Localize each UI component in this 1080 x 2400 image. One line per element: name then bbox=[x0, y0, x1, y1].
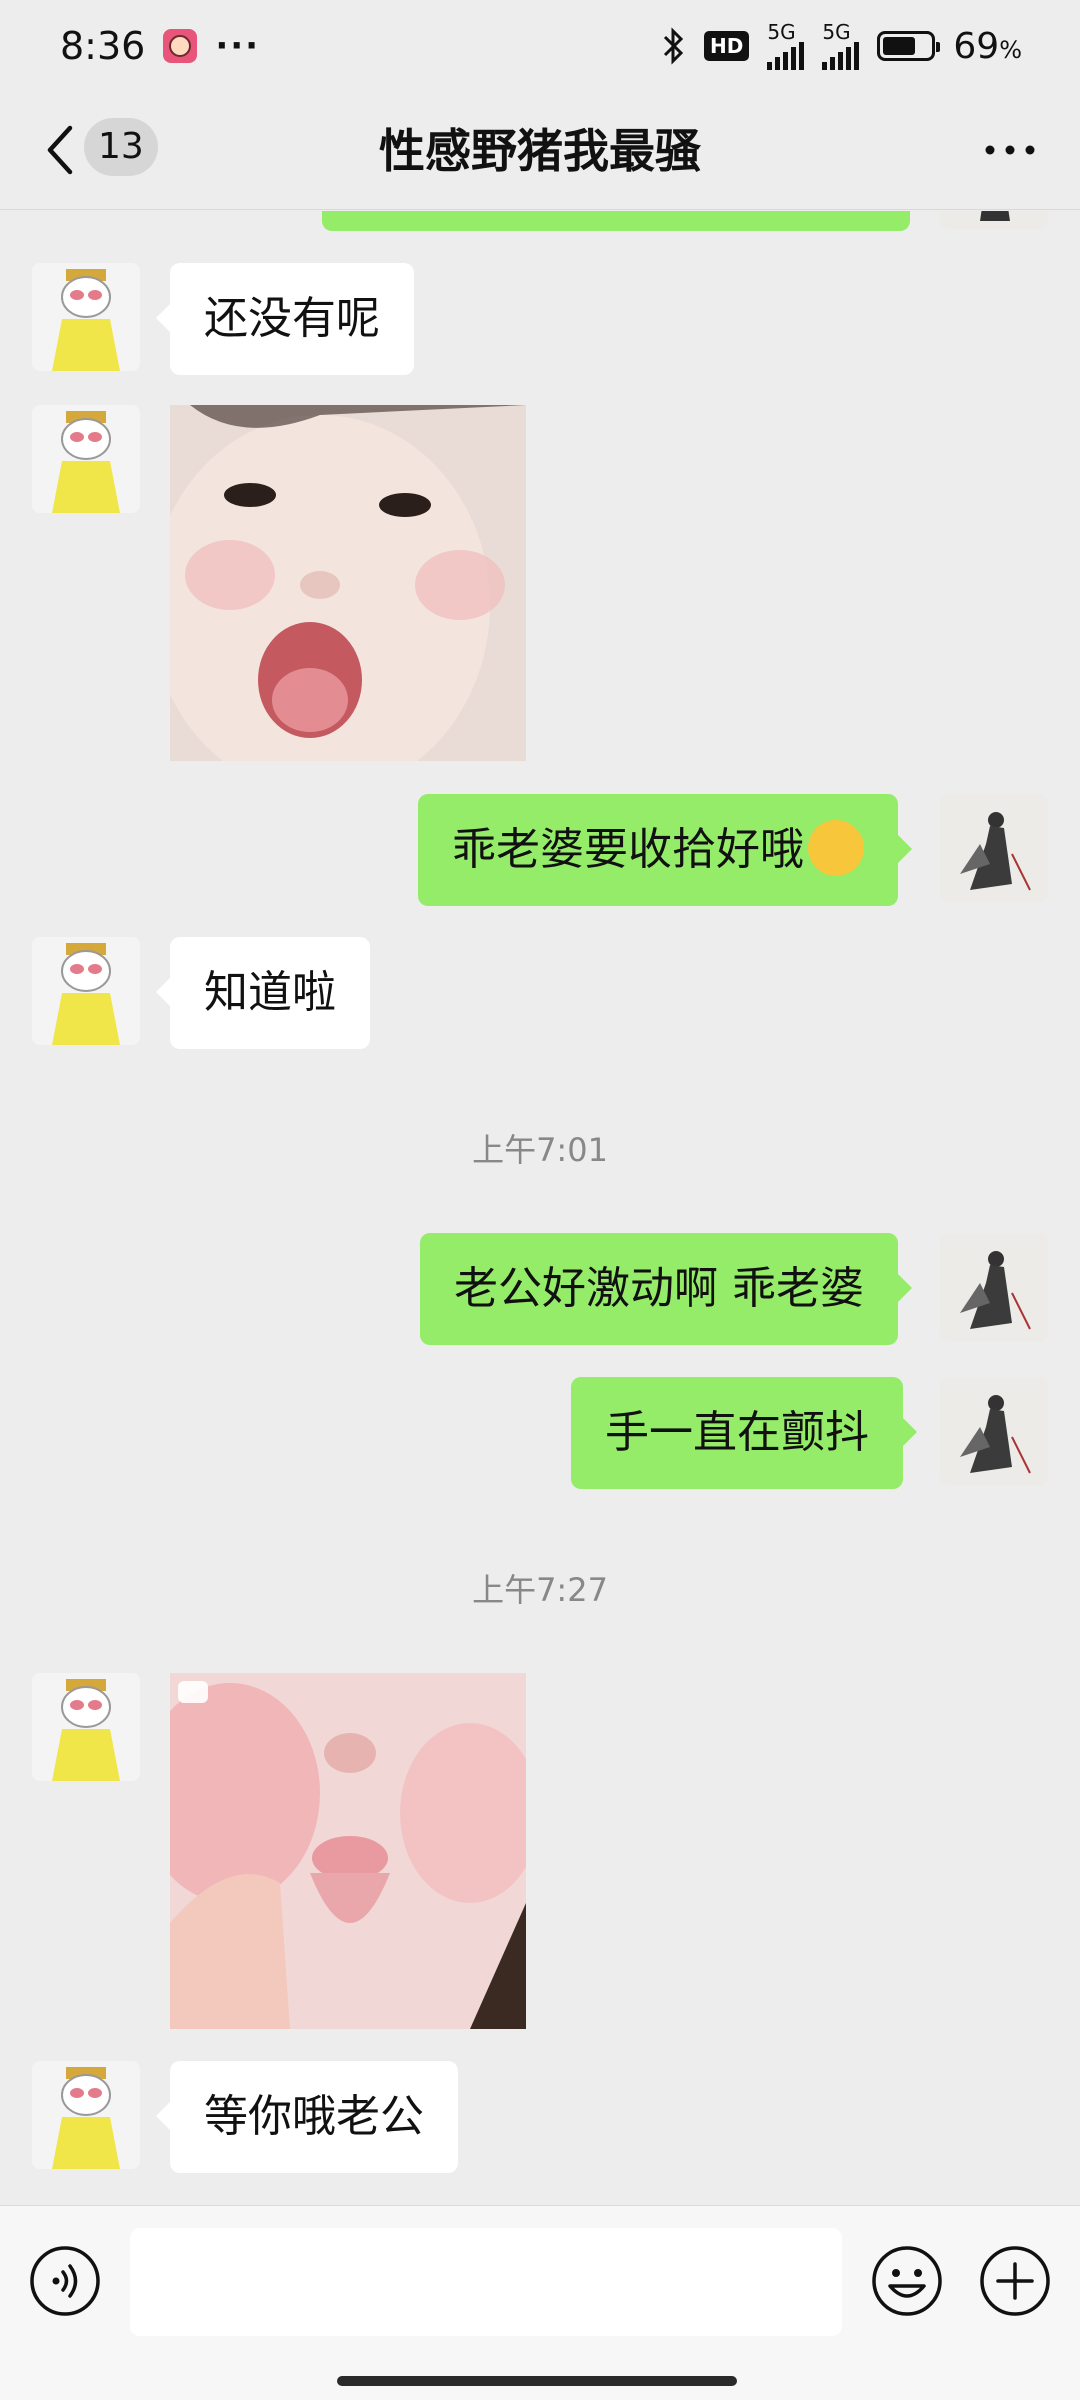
self-avatar[interactable] bbox=[940, 1233, 1048, 1341]
friend-avatar[interactable] bbox=[32, 1673, 140, 1781]
image-message[interactable] bbox=[170, 1673, 526, 2029]
network-type-2: 5G bbox=[822, 20, 851, 44]
unread-count-badge[interactable]: 13 bbox=[84, 118, 158, 176]
self-avatar[interactable] bbox=[940, 794, 1048, 902]
app-notification-icon bbox=[163, 29, 198, 63]
battery-level-fill bbox=[883, 37, 916, 55]
emoji-icon[interactable] bbox=[870, 2244, 944, 2318]
battery-icon bbox=[877, 31, 941, 61]
message-input[interactable] bbox=[130, 2228, 842, 2336]
image-message[interactable] bbox=[170, 405, 526, 761]
voice-input-icon[interactable] bbox=[28, 2244, 102, 2318]
message-bubble[interactable]: 等你哦老公 bbox=[156, 2061, 458, 2173]
status-bar: 8:36 ··· HD 5G 5G 69% bbox=[0, 0, 1080, 92]
chat-header: 13 性感野猪我最骚 bbox=[0, 92, 1080, 210]
friend-avatar[interactable] bbox=[32, 937, 140, 1045]
message-bubble[interactable]: 还没有呢 bbox=[156, 263, 414, 375]
network-type-1: 5G bbox=[767, 20, 796, 44]
message-bubble[interactable]: 知道啦 bbox=[156, 937, 370, 1049]
self-avatar[interactable] bbox=[940, 1377, 1048, 1485]
message-bubble[interactable]: 乖老婆要收拾好哦 bbox=[418, 794, 912, 906]
input-bar bbox=[0, 2205, 1080, 2400]
more-options-icon[interactable] bbox=[980, 130, 1040, 170]
battery-percent: 69% bbox=[953, 25, 1022, 67]
hd-voice-badge: HD bbox=[704, 31, 750, 61]
friend-avatar[interactable] bbox=[32, 405, 140, 513]
message-text: 乖老婆要收拾好哦 bbox=[452, 824, 804, 875]
message-bubble[interactable]: 手一直在颤抖 bbox=[571, 1377, 917, 1489]
status-right: HD 5G 5G 69% bbox=[662, 22, 1022, 70]
add-more-icon[interactable] bbox=[978, 2244, 1052, 2318]
home-indicator[interactable] bbox=[337, 2376, 737, 2386]
kissing-face-emoji-icon bbox=[808, 820, 864, 876]
signal-icon-1: 5G bbox=[767, 20, 805, 70]
more-notifications-icon: ··· bbox=[215, 26, 261, 66]
message-timestamp: 上午7:01 bbox=[472, 1131, 608, 1169]
chat-title: 性感野猪我最骚 bbox=[379, 124, 701, 178]
message-list[interactable]: 还没有呢 乖老婆要收拾好哦 知道啦 上午7:01 老公好激动啊 乖老婆 手一直在… bbox=[0, 211, 1080, 2205]
self-avatar[interactable] bbox=[940, 211, 1048, 229]
signal-icon-2: 5G bbox=[822, 20, 860, 70]
status-left: 8:36 ··· bbox=[60, 24, 260, 68]
message-bubble[interactable]: 老公好激动啊 乖老婆 bbox=[420, 1233, 912, 1345]
message-timestamp: 上午7:27 bbox=[472, 1571, 608, 1609]
friend-avatar[interactable] bbox=[32, 2061, 140, 2169]
friend-avatar[interactable] bbox=[32, 263, 140, 371]
bluetooth-icon bbox=[663, 27, 684, 65]
status-time: 8:36 bbox=[60, 24, 146, 68]
message-bubble-partial[interactable] bbox=[322, 211, 910, 231]
back-icon[interactable] bbox=[40, 120, 80, 180]
